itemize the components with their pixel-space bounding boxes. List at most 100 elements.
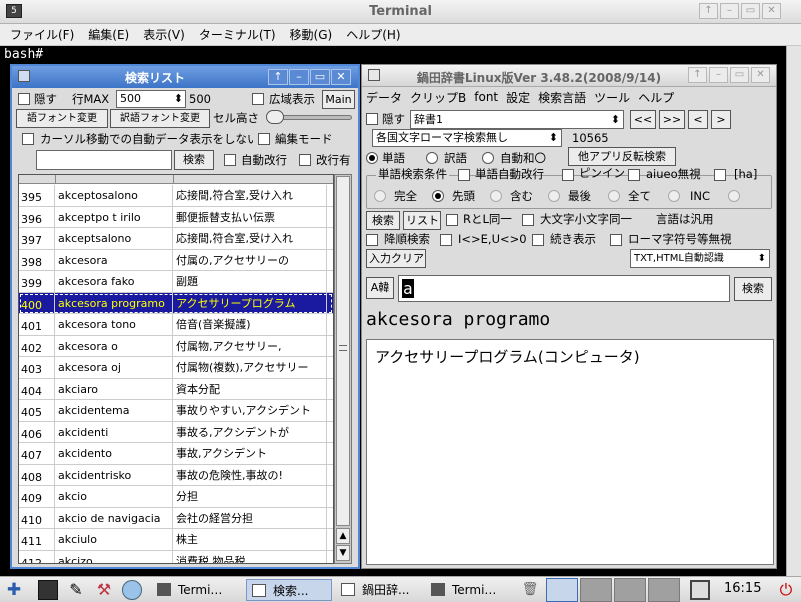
query-input[interactable]: a (398, 275, 730, 302)
aiueo-checkbox[interactable] (628, 169, 640, 181)
radio-auto[interactable] (482, 152, 494, 164)
scroll-up-icon[interactable]: ▲ (336, 528, 350, 544)
menu-search-language[interactable]: 検索言語 (538, 89, 586, 106)
case-same-checkbox[interactable] (522, 214, 534, 226)
radio-word[interactable] (366, 152, 378, 164)
table-row[interactable]: 399 akcesora fako 副題 (19, 271, 333, 293)
query-search-button[interactable]: 検索 (734, 277, 772, 301)
reverse-search-button[interactable]: 他アプリ反転検索 (568, 147, 676, 166)
match-suffix-radio[interactable] (548, 190, 560, 202)
table-row[interactable]: 402 akcesora o 付属物,アクセサリー, (19, 335, 333, 357)
editor-launcher-icon[interactable]: ✎ (66, 580, 86, 600)
match-prefix-radio[interactable] (432, 190, 444, 202)
wrap-checkbox[interactable] (299, 154, 311, 166)
pinyin-checkbox[interactable] (562, 169, 574, 181)
nav-last-button[interactable]: >> (659, 110, 685, 129)
terminal-titlebar[interactable]: 5 Terminal ↑ – ▭ ✕ (0, 0, 801, 24)
match-exact-radio[interactable] (374, 190, 386, 202)
mode-select[interactable]: 各国文字ローマ字検索無し ⬍ (372, 129, 562, 147)
browser-launcher-icon[interactable] (122, 580, 142, 600)
ie-checkbox[interactable] (440, 234, 452, 246)
list-up-icon[interactable]: ↑ (268, 69, 288, 85)
table-header-translation[interactable] (174, 175, 333, 184)
table-row[interactable]: 406 akcidenti 事故る,アクシデントが (19, 421, 333, 443)
table-row[interactable]: 401 akcesora tono 倍音(音楽擬護) (19, 314, 333, 336)
terminal-up-icon[interactable]: ↑ (699, 3, 718, 19)
workspace-2[interactable] (580, 578, 612, 602)
task-terminal-1[interactable]: Termi… (152, 579, 242, 601)
hide-checkbox[interactable] (18, 93, 30, 105)
terminal-close-icon[interactable]: ✕ (762, 3, 781, 19)
dict-close-icon[interactable]: ✕ (751, 67, 770, 83)
keyboard-mode-button[interactable]: A韓 (366, 277, 394, 299)
table-header-word[interactable] (56, 175, 174, 184)
workspace-3[interactable] (614, 578, 646, 602)
dictionary-titlebar[interactable]: 鍋田辞書Linux版Ver 3.48.2(2008/9/14) ↑ – ▭ ✕ (362, 65, 776, 87)
dict-up-icon[interactable]: ↑ (688, 67, 707, 83)
wide-view-checkbox[interactable] (252, 93, 264, 105)
nav-next-button[interactable]: > (711, 110, 731, 129)
cell-height-slider-handle[interactable] (266, 110, 284, 124)
scrollbar-thumb[interactable] (336, 176, 350, 526)
menu-data[interactable]: データ (366, 89, 402, 106)
list-close-icon[interactable]: ✕ (331, 69, 351, 85)
dict-minimize-icon[interactable]: – (709, 67, 728, 83)
task-search-list[interactable]: 検索... (246, 579, 332, 601)
table-row[interactable]: 395 akceptosalono 応接間,符合室,受け入れ (19, 185, 333, 207)
nav-first-button[interactable]: << (630, 110, 656, 129)
spinner-arrows-icon[interactable]: ⬍ (174, 91, 183, 107)
search-button[interactable]: 検索 (366, 211, 400, 230)
table-row[interactable]: 410 akcio de navigacia 会社の経営分担 (19, 507, 333, 529)
continue-checkbox[interactable] (532, 234, 544, 246)
list-auto-wrap-checkbox[interactable] (224, 154, 236, 166)
menu-tools[interactable]: ツール (594, 89, 630, 106)
logout-icon[interactable]: ⏻ (776, 580, 796, 600)
terminal-launcher-icon[interactable] (38, 580, 58, 600)
menu-terminal[interactable]: ターミナル(T) (199, 26, 276, 43)
roman-ignore-checkbox[interactable] (610, 234, 622, 246)
workspace-4[interactable] (648, 578, 680, 602)
encoding-select[interactable]: TXT,HTML自動認識 ⬍ (630, 249, 770, 268)
clock[interactable]: 16:15 (724, 581, 761, 596)
table-row[interactable]: 407 akcidento 事故,アクシデント (19, 443, 333, 465)
table-row[interactable]: 408 akcidentrisko 事故の危険性,事故の! (19, 464, 333, 486)
table-row[interactable]: 405 akcidentema 事故りやすい,アクシデント (19, 400, 333, 422)
match-extra-radio[interactable] (728, 190, 740, 202)
table-row[interactable]: 412 akcizo 消費税,物品税 (19, 550, 333, 563)
match-inc-radio[interactable] (668, 190, 680, 202)
terminal-scrollbar[interactable] (786, 46, 801, 576)
workspace-1[interactable] (546, 578, 578, 602)
word-auto-wrap-checkbox[interactable] (458, 169, 470, 181)
table-row[interactable]: 403 akcesora oj 付属物(複数),アクセサリー (19, 357, 333, 379)
radio-translation[interactable] (426, 152, 438, 164)
match-contains-radio[interactable] (490, 190, 502, 202)
menu-go[interactable]: 移動(G) (290, 26, 333, 43)
list-maximize-icon[interactable]: ▭ (310, 69, 330, 85)
table-row[interactable]: 411 akciulo 株主 (19, 529, 333, 551)
task-dictionary[interactable]: 鍋田辞... (336, 579, 422, 601)
menu-font[interactable]: font (474, 90, 498, 104)
desc-search-checkbox[interactable] (366, 234, 378, 246)
ha-checkbox[interactable] (714, 169, 726, 181)
search-list-titlebar[interactable]: 検索リスト ↑ – ▭ ✕ (12, 66, 358, 88)
dict-maximize-icon[interactable]: ▭ (730, 67, 749, 83)
table-scrollbar[interactable]: ▲ ▼ (334, 174, 352, 564)
list-search-button[interactable]: 検索 (174, 150, 214, 170)
table-row[interactable]: 409 akcio 分担 (19, 486, 333, 508)
list-search-input[interactable] (36, 150, 172, 170)
dictionary-select[interactable]: 辞書1 ⬍ (410, 110, 624, 129)
match-all-radio[interactable] (608, 190, 620, 202)
menu-dict-help[interactable]: ヘルプ (638, 89, 674, 106)
nav-prev-button[interactable]: < (688, 110, 708, 129)
table-row[interactable]: 397 akceptsalono 応接間,符合室,受け入れ (19, 228, 333, 250)
result-meaning[interactable]: アクセサリープログラム(コンピュータ) (366, 339, 774, 565)
start-menu-icon[interactable]: ✚ (4, 580, 24, 600)
scroll-down-icon[interactable]: ▼ (336, 545, 350, 561)
table-row[interactable]: 404 akciaro 資本分配 (19, 378, 333, 400)
menu-file[interactable]: ファイル(F) (10, 26, 74, 43)
menu-view[interactable]: 表示(V) (143, 26, 185, 43)
translation-font-button[interactable]: 訳語フォント変更 (110, 109, 210, 128)
terminal-minimize-icon[interactable]: – (720, 3, 739, 19)
dict-hide-checkbox[interactable] (366, 113, 378, 125)
menu-clipboard[interactable]: クリップB (410, 89, 466, 106)
